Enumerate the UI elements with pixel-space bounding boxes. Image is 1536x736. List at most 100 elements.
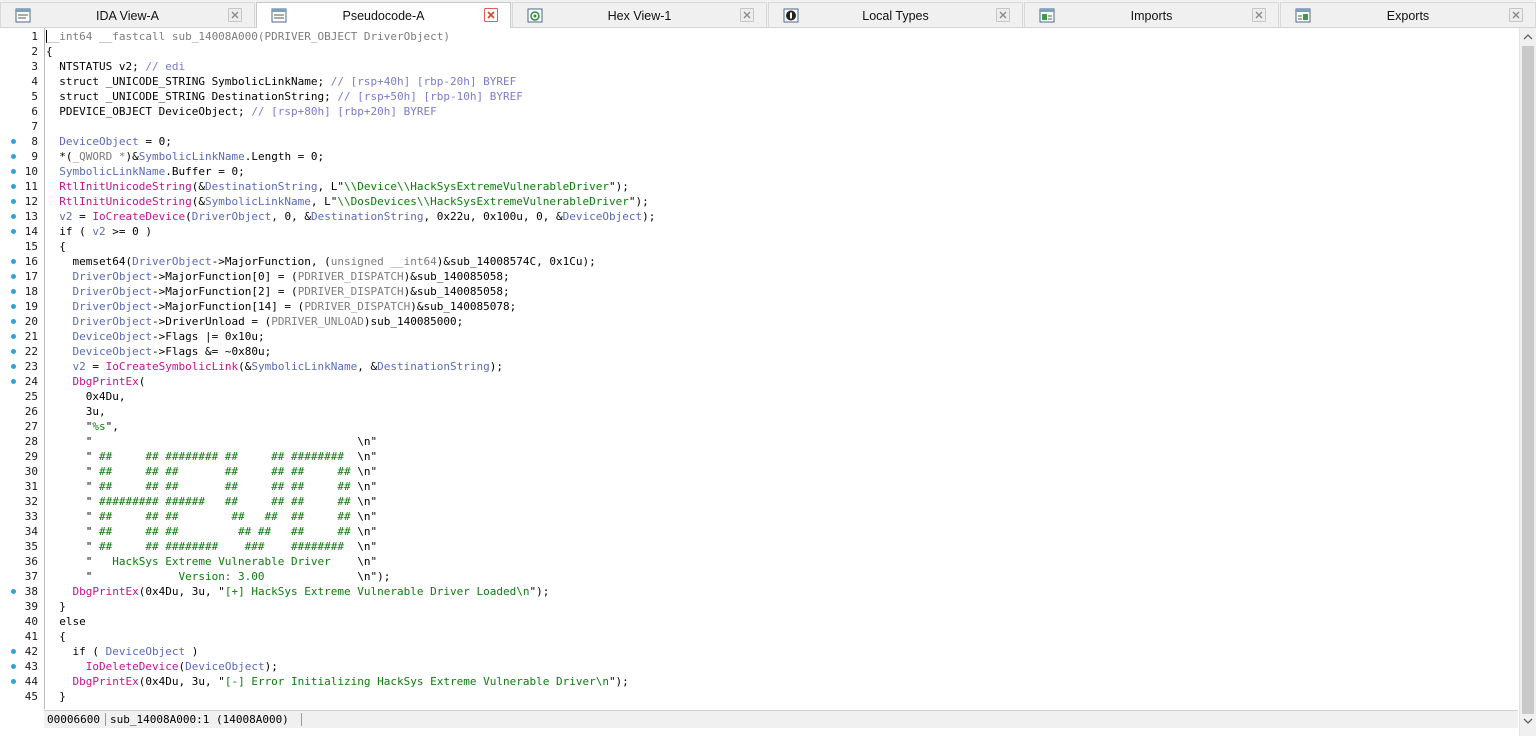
breakpoint-dot-icon[interactable]: [11, 154, 16, 159]
scrollbar-thumb[interactable]: [1522, 46, 1534, 714]
breakpoint-dot-icon[interactable]: [11, 349, 16, 354]
tab-exports[interactable]: Exports: [1280, 2, 1536, 27]
breakpoint-dot-icon[interactable]: [11, 139, 16, 144]
close-icon[interactable]: [228, 8, 242, 22]
code-line[interactable]: " \n": [46, 434, 377, 449]
code-line[interactable]: PDEVICE_OBJECT DeviceObject; // [rsp+80h…: [46, 104, 437, 119]
code-line[interactable]: {: [46, 239, 66, 254]
breakpoint-dot-icon[interactable]: [11, 304, 16, 309]
close-icon[interactable]: [996, 8, 1010, 22]
code-line[interactable]: RtlInitUnicodeString(&SymbolicLinkName, …: [46, 194, 648, 209]
tab-label: Hex View-1: [607, 9, 672, 23]
code-token: ######### ###### ## ## ## ##: [92, 495, 351, 508]
code-line[interactable]: RtlInitUnicodeString(&DestinationString,…: [46, 179, 629, 194]
code-token: ->DriverUnload = (: [151, 315, 272, 328]
code-token: IoCreateSymbolicLink: [105, 360, 239, 373]
breakpoint-dot-icon[interactable]: [11, 199, 16, 204]
breakpoint-dot-icon[interactable]: [11, 319, 16, 324]
code-token: ": [46, 480, 93, 493]
breakpoint-dot-icon[interactable]: [11, 679, 16, 684]
code-line[interactable]: struct _UNICODE_STRING DestinationString…: [46, 89, 523, 104]
tab-hex-view[interactable]: Hex View-1: [512, 2, 767, 27]
code-line[interactable]: " ## ## ## ## ## ## ## \n": [46, 479, 377, 494]
code-line[interactable]: " ## ## ######## ### ######## \n": [46, 539, 377, 554]
code-line[interactable]: DbgPrintEx(: [46, 374, 146, 389]
code-line[interactable]: DeviceObject->Flags |= 0x10u;: [46, 329, 265, 344]
code-line[interactable]: " ## ## ######## ## ## ######## \n": [46, 449, 377, 464]
code-line[interactable]: DriverObject->MajorFunction[0] = (PDRIVE…: [46, 269, 510, 284]
code-token: %s: [92, 420, 106, 433]
breakpoint-dot-icon[interactable]: [11, 229, 16, 234]
tab-local-types[interactable]: Local Types: [768, 2, 1023, 27]
code-line[interactable]: }: [46, 689, 66, 704]
code-line[interactable]: {: [46, 44, 53, 59]
close-icon[interactable]: [1252, 8, 1266, 22]
breakpoint-dot-icon[interactable]: [11, 289, 16, 294]
code-line[interactable]: " ## ## ## ## ## ## ## \n": [46, 524, 377, 539]
local-types-icon: [783, 8, 799, 23]
code-line[interactable]: *(_QWORD *)&SymbolicLinkName.Length = 0;: [46, 149, 324, 164]
code-line[interactable]: " Version: 3.00 \n");: [46, 569, 391, 584]
line-number: 17: [24, 270, 38, 283]
code-line[interactable]: " HackSys Extreme Vulnerable Driver \n": [46, 554, 377, 569]
code-line[interactable]: DriverObject->DriverUnload = (PDRIVER_UN…: [46, 314, 464, 329]
close-icon[interactable]: [484, 8, 498, 22]
code-line[interactable]: else: [46, 614, 86, 629]
code-line[interactable]: " ## ## ## ## ## ## ## \n": [46, 509, 377, 524]
breakpoint-dot-icon[interactable]: [11, 364, 16, 369]
breakpoint-dot-icon[interactable]: [11, 664, 16, 669]
code-line[interactable]: " ## ## ## ## ## ## ## \n": [46, 464, 377, 479]
scroll-up-icon[interactable]: [1523, 33, 1533, 40]
code-line[interactable]: 3u,: [46, 404, 106, 419]
pseudocode-view[interactable]: 1 2 3 4 5 6 7 8 9 10 11 12 13 14 15 16 17 18 19 20 21 22 23 24 2…: [0, 28, 1536, 736]
code-area[interactable]: __int64 __fastcall sub_14008A000(PDRIVER…: [44, 28, 1518, 709]
scroll-down-icon[interactable]: [1523, 718, 1533, 725]
code-line[interactable]: " ######### ###### ## ## ## ## \n": [46, 494, 377, 509]
code-token: (&: [238, 360, 252, 373]
code-line[interactable]: if ( DeviceObject ): [46, 644, 198, 659]
breakpoint-dot-icon[interactable]: [11, 184, 16, 189]
breakpoint-dot-icon[interactable]: [11, 649, 16, 654]
breakpoint-dot-icon[interactable]: [11, 214, 16, 219]
code-line[interactable]: NTSTATUS v2; // edi: [46, 59, 185, 74]
code-line[interactable]: DbgPrintEx(0x4Du, 3u, "[+] HackSys Extre…: [46, 584, 550, 599]
breakpoint-dot-icon[interactable]: [11, 274, 16, 279]
line-number: 9: [31, 150, 38, 163]
breakpoint-dot-icon[interactable]: [11, 379, 16, 384]
code-token: NTSTATUS v2;: [46, 60, 146, 73]
code-line[interactable]: "%s",: [46, 419, 119, 434]
code-line[interactable]: SymbolicLinkName.Buffer = 0;: [46, 164, 244, 179]
breakpoint-dot-icon[interactable]: [11, 589, 16, 594]
code-token: (0x4Du, 3u, ": [138, 585, 225, 598]
code-line[interactable]: DeviceObject = 0;: [46, 134, 172, 149]
code-line[interactable]: {: [46, 629, 66, 644]
code-token: DbgPrintEx: [72, 585, 139, 598]
vertical-scrollbar[interactable]: [1519, 28, 1536, 736]
code-line[interactable]: DriverObject->MajorFunction[14] = (PDRIV…: [46, 299, 517, 314]
code-line[interactable]: IoDeleteDevice(DeviceObject);: [46, 659, 278, 674]
close-icon[interactable]: [1509, 8, 1523, 22]
close-icon[interactable]: [740, 8, 754, 22]
code-line[interactable]: struct _UNICODE_STRING SymbolicLinkName;…: [46, 74, 516, 89]
code-line[interactable]: v2 = IoCreateSymbolicLink(&SymbolicLinkN…: [46, 359, 504, 374]
tab-ida-view[interactable]: IDA View-A: [0, 2, 255, 27]
code-line[interactable]: 0x4Du,: [46, 389, 126, 404]
tab-pseudocode[interactable]: Pseudocode-A: [256, 2, 511, 28]
code-line[interactable]: if ( v2 >= 0 ): [46, 224, 152, 239]
tab-imports[interactable]: Imports: [1024, 2, 1279, 27]
code-token: ");: [608, 675, 629, 688]
breakpoint-dot-icon[interactable]: [11, 169, 16, 174]
code-line[interactable]: __int64 __fastcall sub_14008A000(PDRIVER…: [46, 29, 450, 44]
code-line[interactable]: }: [46, 599, 66, 614]
breakpoint-dot-icon[interactable]: [11, 334, 16, 339]
code-line[interactable]: DriverObject->MajorFunction[2] = (PDRIVE…: [46, 284, 510, 299]
code-line[interactable]: memset64(DriverObject->MajorFunction, (u…: [46, 254, 595, 269]
line-number: 32: [24, 495, 38, 508]
line-number: 3: [31, 60, 38, 73]
code-line[interactable]: DbgPrintEx(0x4Du, 3u, "[-] Error Initial…: [46, 674, 629, 689]
breakpoint-dot-icon[interactable]: [11, 259, 16, 264]
code-line[interactable]: v2 = IoCreateDevice(DriverObject, 0, &De…: [46, 209, 655, 224]
code-line[interactable]: DeviceObject->Flags &= ~0x80u;: [46, 344, 272, 359]
